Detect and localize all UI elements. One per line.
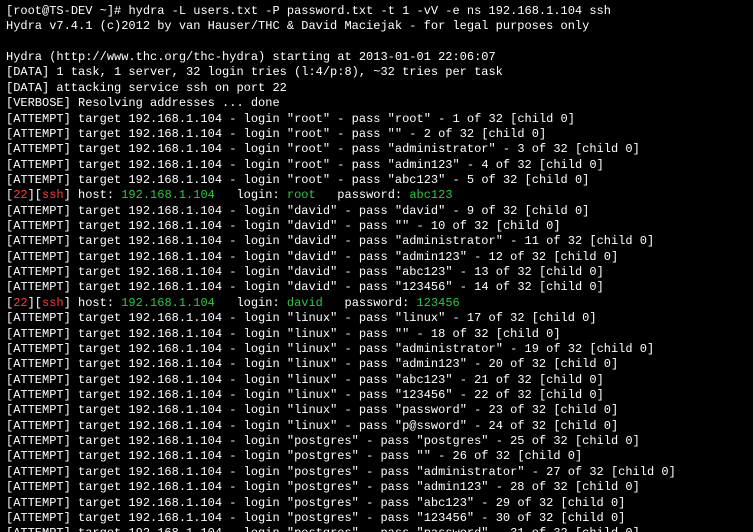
verbose-line: [VERBOSE] Resolving addresses ... done: [6, 96, 280, 110]
found-line: [22][ssh] host: 192.168.1.104 login: roo…: [6, 188, 453, 202]
prompt-line: [root@TS-DEV ~]#: [6, 4, 128, 18]
data-line-2: [DATA] attacking service ssh on port 22: [6, 81, 287, 95]
attempt-line: [ATTEMPT] target 192.168.1.104 - login "…: [6, 342, 654, 356]
attempt-line: [ATTEMPT] target 192.168.1.104 - login "…: [6, 419, 618, 433]
attempt-line: [ATTEMPT] target 192.168.1.104 - login "…: [6, 434, 640, 448]
attempt-line: [ATTEMPT] target 192.168.1.104 - login "…: [6, 373, 604, 387]
attempt-line: [ATTEMPT] target 192.168.1.104 - login "…: [6, 112, 575, 126]
attempt-line: [ATTEMPT] target 192.168.1.104 - login "…: [6, 142, 640, 156]
attempt-line: [ATTEMPT] target 192.168.1.104 - login "…: [6, 357, 618, 371]
attempt-line: [ATTEMPT] target 192.168.1.104 - login "…: [6, 158, 604, 172]
data-line-1: [DATA] 1 task, 1 server, 32 login tries …: [6, 65, 503, 79]
version-line: Hydra v7.4.1 (c)2012 by van Hauser/THC &…: [6, 19, 589, 33]
attempt-line: [ATTEMPT] target 192.168.1.104 - login "…: [6, 127, 546, 141]
attempt-line: [ATTEMPT] target 192.168.1.104 - login "…: [6, 449, 582, 463]
start-line: Hydra (http://www.thc.org/thc-hydra) sta…: [6, 50, 496, 64]
attempt-line: [ATTEMPT] target 192.168.1.104 - login "…: [6, 173, 589, 187]
attempt-line: [ATTEMPT] target 192.168.1.104 - login "…: [6, 265, 604, 279]
attempt-line: [ATTEMPT] target 192.168.1.104 - login "…: [6, 204, 589, 218]
attempt-line: [ATTEMPT] target 192.168.1.104 - login "…: [6, 511, 625, 525]
found-line: [22][ssh] host: 192.168.1.104 login: dav…: [6, 296, 460, 310]
attempt-line: [ATTEMPT] target 192.168.1.104 - login "…: [6, 219, 561, 233]
attempt-line: [ATTEMPT] target 192.168.1.104 - login "…: [6, 496, 625, 510]
terminal[interactable]: [root@TS-DEV ~]# hydra -L users.txt -P p…: [0, 0, 753, 532]
attempt-line: [ATTEMPT] target 192.168.1.104 - login "…: [6, 280, 604, 294]
attempt-line: [ATTEMPT] target 192.168.1.104 - login "…: [6, 234, 654, 248]
attempt-line: [ATTEMPT] target 192.168.1.104 - login "…: [6, 465, 676, 479]
attempt-line: [ATTEMPT] target 192.168.1.104 - login "…: [6, 311, 597, 325]
command-text: hydra -L users.txt -P password.txt -t 1 …: [128, 4, 610, 18]
attempt-line: [ATTEMPT] target 192.168.1.104 - login "…: [6, 403, 618, 417]
attempt-line: [ATTEMPT] target 192.168.1.104 - login "…: [6, 327, 561, 341]
attempt-line: [ATTEMPT] target 192.168.1.104 - login "…: [6, 526, 640, 532]
attempt-line: [ATTEMPT] target 192.168.1.104 - login "…: [6, 250, 618, 264]
attempt-line: [ATTEMPT] target 192.168.1.104 - login "…: [6, 480, 640, 494]
attempt-line: [ATTEMPT] target 192.168.1.104 - login "…: [6, 388, 604, 402]
